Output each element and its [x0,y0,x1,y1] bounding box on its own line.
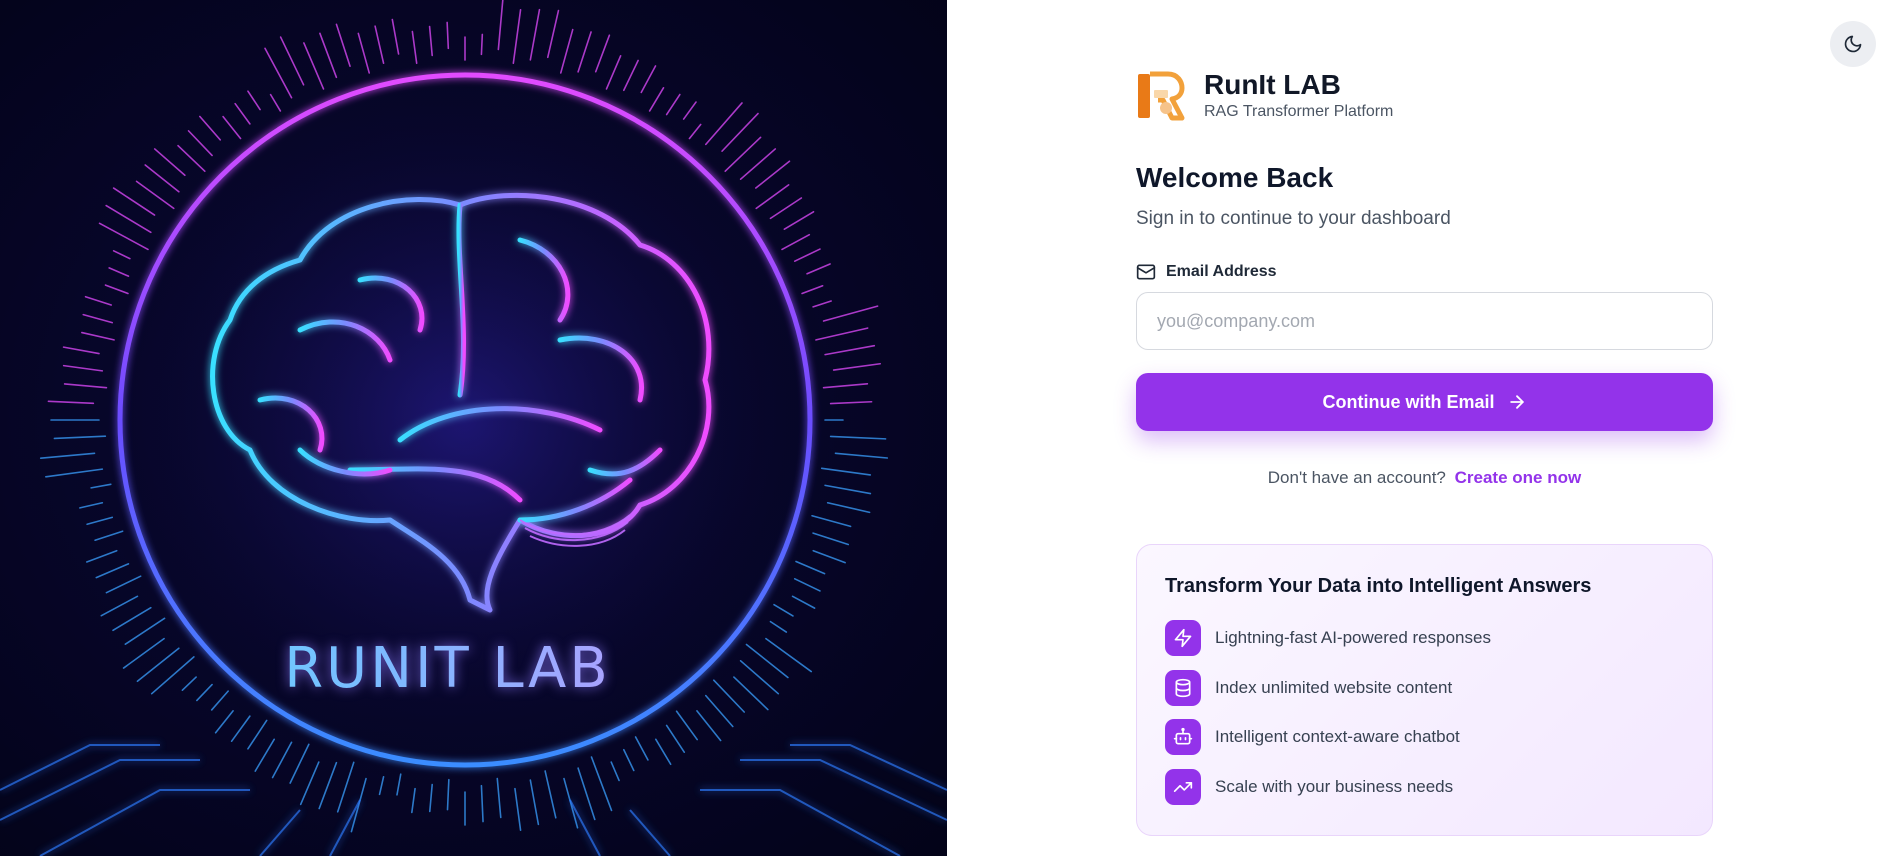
ray-line [705,102,743,146]
email-label: Email Address [1136,262,1277,282]
hero-panel: RUNIT LAB [0,0,947,856]
runit-logo-icon [1136,68,1188,122]
ray-line [199,115,222,141]
feature-text: Scale with your business needs [1215,776,1454,796]
ray-line [822,305,879,322]
feature-text: Index unlimited website content [1215,677,1453,697]
theme-toggle-button[interactable] [1830,21,1876,67]
features-title: Transform Your Data into Intelligent Ans… [1165,575,1592,597]
signup-prompt: Don't have an account? Create one now [1136,468,1713,488]
signup-prompt-text: Don't have an account? [1267,468,1446,487]
ray-line [39,452,96,459]
ray-line [214,710,234,734]
feature-text: Intelligent context-aware chatbot [1215,727,1460,746]
feature-item: Lightning-fast AI-powered responses [1165,620,1684,656]
ray-line [755,160,791,189]
continue-with-email-button[interactable]: Continue with Email [1136,373,1713,431]
bot-icon [1165,719,1201,755]
brand-tagline: RAG Transformer Platform [1204,103,1394,120]
hero-title: RUNIT LAB [0,636,895,701]
ray-line [100,595,139,617]
trending-up-icon [1165,768,1201,805]
ray-line [783,210,815,231]
database-icon [1165,669,1201,706]
email-input[interactable] [1136,292,1713,350]
lightning-icon [1165,620,1201,656]
email-label-text: Email Address [1166,263,1277,280]
page-title: Welcome Back [1136,162,1334,193]
ray-line [254,738,276,772]
ray-line [153,148,186,177]
ray-line [299,761,320,806]
brand: RunIt LAB RAG Transformer Platform [1136,68,1393,122]
brain-illustration [0,0,947,856]
arrow-right-icon [1507,392,1527,412]
feature-text: Lightning-fast AI-powered responses [1215,628,1491,647]
ray-line [279,36,305,86]
ray-line [335,23,351,68]
ray-line [112,187,156,216]
ray-line [480,33,484,56]
features-card: Transform Your Data into Intelligent Ans… [1136,544,1713,836]
continue-button-label: Continue with Email [1322,391,1495,412]
ray-line [350,777,367,833]
create-account-link[interactable]: Create one now [1455,468,1582,487]
brand-name: RunIt LAB [1204,69,1341,100]
feature-item: Intelligent context-aware chatbot [1165,719,1684,755]
ray-line [546,9,560,59]
moon-icon [1843,34,1863,54]
mail-icon [1136,262,1156,282]
ray-line [696,710,722,742]
feature-item: Index unlimited website content [1165,669,1684,706]
feature-item: Scale with your business needs [1165,768,1684,805]
page-subtitle: Sign in to continue to your dashboard [1136,208,1451,229]
